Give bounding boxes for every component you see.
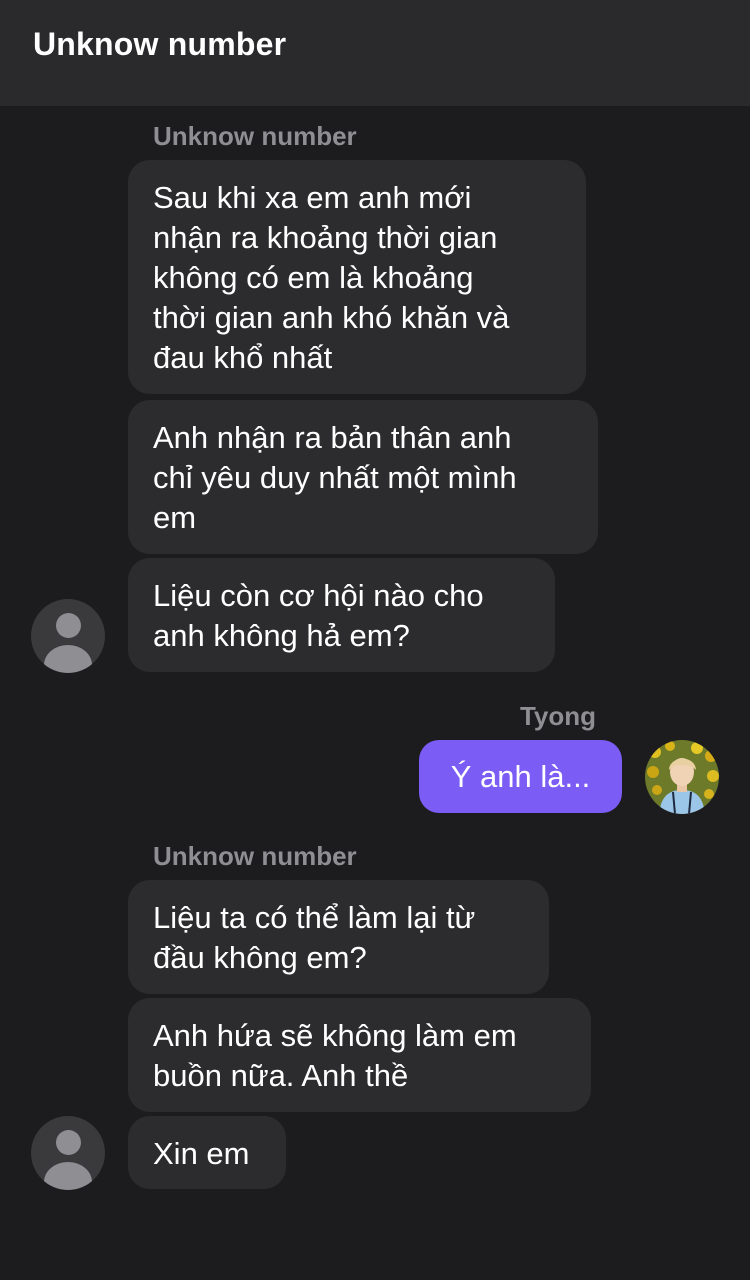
- chat-header: Unknow number: [0, 0, 750, 106]
- message-bubble[interactable]: Anh nhận ra bản thân anh chỉ yêu duy nhấ…: [128, 400, 598, 554]
- sender-name: Unknow number: [153, 121, 357, 151]
- avatar-head-shape: [56, 1130, 81, 1155]
- contact-avatar-icon[interactable]: [31, 599, 105, 673]
- message-bubble-outgoing[interactable]: Ý anh là...: [419, 740, 622, 813]
- sender-name: Tyong: [519, 701, 596, 731]
- contact-avatar-icon[interactable]: [31, 1116, 105, 1190]
- message-bubble[interactable]: Liệu ta có thể làm lại từ đầu không em?: [128, 880, 549, 994]
- message-bubble[interactable]: Xin em: [128, 1116, 286, 1189]
- sender-name: Unknow number: [153, 841, 357, 871]
- message-bubble[interactable]: Sau khi xa em anh mới nhận ra khoảng thờ…: [128, 160, 586, 394]
- message-bubble[interactable]: Anh hứa sẽ không làm em buồn nữa. Anh th…: [128, 998, 591, 1112]
- avatar-body-shape: [44, 1162, 92, 1190]
- message-bubble[interactable]: Liệu còn cơ hội nào cho anh không hả em?: [128, 558, 555, 672]
- avatar-head-shape: [56, 613, 81, 638]
- profile-photo-avatar-icon[interactable]: [645, 740, 719, 814]
- chat-title: Unknow number: [33, 26, 287, 62]
- avatar-body-shape: [44, 645, 92, 673]
- profile-photo-icon: [645, 740, 719, 814]
